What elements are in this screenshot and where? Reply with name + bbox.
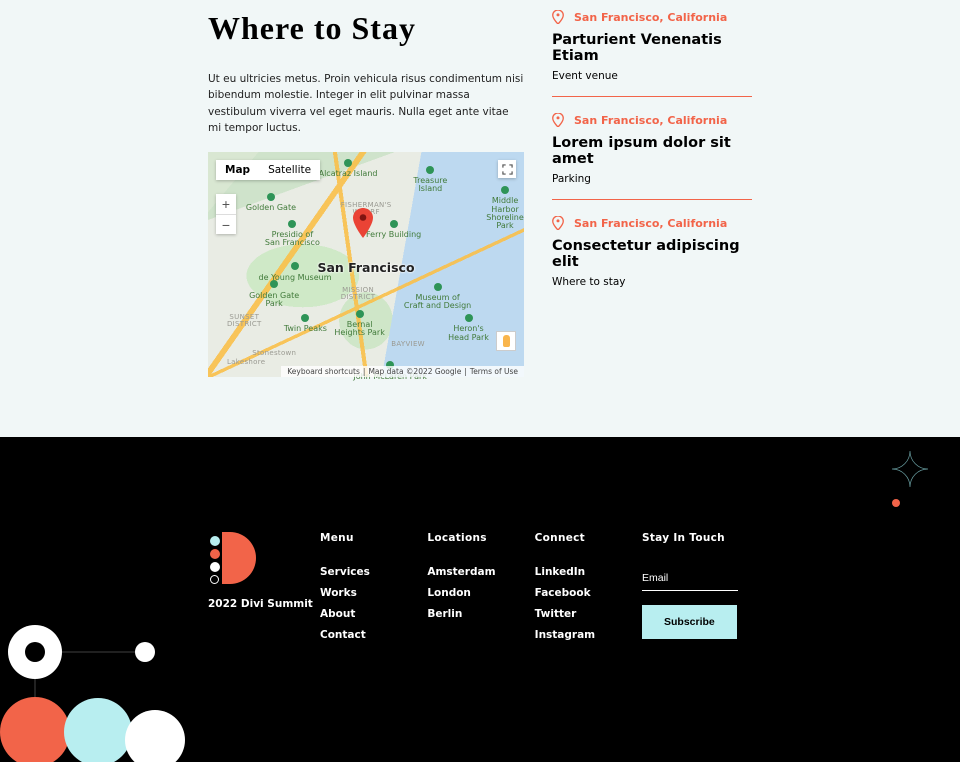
location-title: Parturient Venenatis Etiam [552,32,752,64]
email-field[interactable] [642,568,738,591]
map-poi[interactable]: Presidio ofSan Francisco [265,220,320,248]
footer-link[interactable]: Works [320,587,427,599]
subscribe-button[interactable]: Subscribe [642,605,737,639]
location-title: Consectetur adipiscing elit [552,238,752,270]
map-poi[interactable]: Heron'sHead Park [448,314,489,342]
map-pegman[interactable] [496,331,516,351]
footer-brand: 2022 Divi Summit [208,532,320,650]
footer-link[interactable]: Instagram [535,629,642,641]
location-city: San Francisco, California [574,11,727,24]
map-poi[interactable]: Museum ofCraft and Design [404,283,471,311]
location-city: San Francisco, California [574,114,727,127]
map-district-label: SUNSETDISTRICT [227,314,262,329]
map-fullscreen-button[interactable] [498,160,516,178]
decor-shapes [0,632,200,762]
map-district-label: MISSIONDISTRICT [341,287,376,302]
pin-icon [552,113,564,127]
footer-link[interactable]: LinkedIn [535,566,642,578]
page-title: Where to Stay [208,10,524,47]
footer-touch-title: Stay In Touch [642,532,752,544]
location-desc: Parking [552,173,752,185]
decor-dot [892,499,900,507]
location-desc: Where to stay [552,276,752,288]
map-zoom-controls: + − [216,194,236,234]
map-type-map[interactable]: Map [216,160,259,180]
map-poi[interactable]: Golden Gate [246,193,296,213]
footer-menu: Menu Services Works About Contact [320,532,427,650]
location-desc: Event venue [552,70,752,82]
footer-link[interactable]: Amsterdam [427,566,534,578]
map-zoom-in[interactable]: + [216,194,236,214]
footer-menu-title: Menu [320,532,427,544]
brand-logo [208,532,256,584]
intro-text: Ut eu ultricies metus. Proin vehicula ri… [208,71,524,136]
map-type-switcher: Map Satellite [216,160,320,180]
decor-diamond [890,449,930,493]
where-to-stay-section: Where to Stay Ut eu ultricies metus. Pro… [0,0,960,437]
location-title: Lorem ipsum dolor sit amet [552,135,752,167]
map-widget[interactable]: Map Satellite + − San Francisco Keyboard… [208,152,524,377]
footer-link[interactable]: Contact [320,629,427,641]
map-poi[interactable]: Golden GatePark [249,280,299,308]
map-poi[interactable]: Alcatraz Island [319,159,378,179]
location-city: San Francisco, California [574,217,727,230]
pin-icon [353,208,373,238]
footer-link[interactable]: Services [320,566,427,578]
map-poi[interactable]: Middle HarborShoreline Park [486,186,524,231]
map-center-label: San Francisco [317,260,414,275]
footer-locations-title: Locations [427,532,534,544]
map-district-label: BAYVIEW [391,341,425,348]
map-poi[interactable]: TreasureIsland [413,166,447,194]
map-zoom-out[interactable]: − [216,214,236,234]
location-item: San Francisco, California Consectetur adi… [552,216,752,302]
footer-stay-in-touch: Stay In Touch Subscribe [642,532,752,650]
footer-link[interactable]: About [320,608,427,620]
footer-link[interactable]: Twitter [535,608,642,620]
pin-icon [552,10,564,24]
map-poi[interactable]: Ferry Building [366,220,421,240]
footer-connect-title: Connect [535,532,642,544]
footer-link[interactable]: London [427,587,534,599]
map-district-label: Stonestown [252,350,296,357]
map-district-label: Lakeshore [227,359,265,366]
footer-connect: Connect LinkedIn Facebook Twitter Instagram [535,532,642,650]
location-item: San Francisco, California Parturient Vene… [552,10,752,97]
footer-link[interactable]: Berlin [427,608,534,620]
map-poi[interactable]: BernalHeights Park [334,310,384,338]
pin-icon [552,216,564,230]
map-marker[interactable] [353,208,373,242]
map-poi[interactable]: Twin Peaks [284,314,327,334]
map-attribution: Keyboard shortcuts|Map data ©2022 Google… [281,366,524,377]
brand-text: 2022 Divi Summit [208,598,320,610]
map-type-satellite[interactable]: Satellite [259,160,320,180]
footer-locations: Locations Amsterdam London Berlin [427,532,534,650]
location-item: San Francisco, California Lorem ipsum dol… [552,113,752,200]
fullscreen-icon [502,164,513,175]
site-footer: 2022 Divi Summit Menu Services Works About… [0,437,960,762]
location-list: San Francisco, California Parturient Vene… [552,10,752,377]
footer-link[interactable]: Facebook [535,587,642,599]
left-column: Where to Stay Ut eu ultricies metus. Pro… [208,10,524,377]
